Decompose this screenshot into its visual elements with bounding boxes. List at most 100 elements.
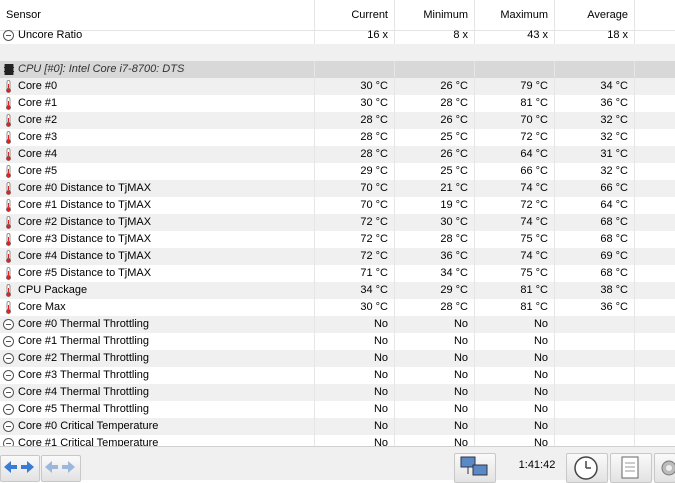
- average-value: [555, 316, 635, 333]
- current-value: 28 °C: [315, 112, 395, 129]
- table-row[interactable]: Core #1 Critical Temperature No No No: [0, 435, 675, 446]
- current-value: No: [315, 350, 395, 367]
- sensor-label: Core #1 Distance to TjMAX: [0, 197, 315, 214]
- current-value: 28 °C: [315, 129, 395, 146]
- nav-arrows-disabled-button[interactable]: [41, 455, 81, 482]
- average-value: 32 °C: [555, 129, 635, 146]
- minimum-value: 26 °C: [395, 112, 475, 129]
- minimum-value: 34 °C: [395, 265, 475, 282]
- minimum-value: 19 °C: [395, 197, 475, 214]
- average-value: 66 °C: [555, 180, 635, 197]
- average-value: 36 °C: [555, 299, 635, 316]
- current-value: 34 °C: [315, 282, 395, 299]
- minimum-value: 21 °C: [395, 180, 475, 197]
- sensor-label: Core #3: [0, 129, 315, 146]
- table-row[interactable]: Core Max 30 °C 28 °C 81 °C 36 °C: [0, 299, 675, 316]
- current-value: 72 °C: [315, 214, 395, 231]
- average-value: [555, 384, 635, 401]
- maximum-value: No: [475, 435, 555, 446]
- current-value: No: [315, 316, 395, 333]
- spacer-row: [0, 44, 675, 61]
- table-row[interactable]: Core #1 Thermal Throttling No No No: [0, 333, 675, 350]
- current-value: 70 °C: [315, 180, 395, 197]
- current-value: No: [315, 333, 395, 350]
- sensor-label: Core #2: [0, 112, 315, 129]
- group-header-row[interactable]: CPU [#0]: Intel Core i7-8700: DTS: [0, 61, 675, 78]
- minimum-value: 25 °C: [395, 129, 475, 146]
- average-value: [555, 367, 635, 384]
- minimum-value: 25 °C: [395, 163, 475, 180]
- table-row[interactable]: Core #5 29 °C 25 °C 66 °C 32 °C: [0, 163, 675, 180]
- clock-icon: [574, 456, 598, 480]
- average-value: [555, 435, 635, 446]
- average-value: 69 °C: [555, 248, 635, 265]
- table-row[interactable]: Core #0 30 °C 26 °C 79 °C 34 °C: [0, 78, 675, 95]
- current-value: 30 °C: [315, 299, 395, 316]
- status-bar: 1:41:42: [0, 446, 675, 483]
- maximum-value: 75 °C: [475, 231, 555, 248]
- maximum-value: No: [475, 333, 555, 350]
- table-body: Uncore Ratio 16 x 8 x 43 x 18 x CPU [#0]…: [0, 27, 675, 446]
- minimum-value: No: [395, 435, 475, 446]
- average-value: 32 °C: [555, 163, 635, 180]
- table-row[interactable]: Core #5 Thermal Throttling No No No: [0, 401, 675, 418]
- table-row[interactable]: Core #3 Distance to TjMAX 72 °C 28 °C 75 °C…: [0, 231, 675, 248]
- sensor-label: Core #1 Thermal Throttling: [0, 333, 315, 350]
- average-value: 34 °C: [555, 78, 635, 95]
- table-row[interactable]: Core #4 Distance to TjMAX 72 °C 36 °C 74 °C…: [0, 248, 675, 265]
- table-row[interactable]: Core #0 Thermal Throttling No No No: [0, 316, 675, 333]
- minimum-value: No: [395, 418, 475, 435]
- sensor-label: Core #2 Distance to TjMAX: [0, 214, 315, 231]
- col-current-header[interactable]: Current: [315, 0, 395, 30]
- col-minimum-header[interactable]: Minimum: [395, 0, 475, 30]
- table-row[interactable]: Core #2 28 °C 26 °C 70 °C 32 °C: [0, 112, 675, 129]
- table-row[interactable]: CPU Package 34 °C 29 °C 81 °C 38 °C: [0, 282, 675, 299]
- table-row[interactable]: Core #3 28 °C 25 °C 72 °C 32 °C: [0, 129, 675, 146]
- maximum-value: 81 °C: [475, 299, 555, 316]
- average-value: [555, 418, 635, 435]
- table-row[interactable]: Core #1 Distance to TjMAX 70 °C 19 °C 72 °C…: [0, 197, 675, 214]
- minimum-value: 29 °C: [395, 282, 475, 299]
- sensor-label: CPU Package: [0, 282, 315, 299]
- report-icon: [621, 456, 639, 479]
- sensor-label: Core #4 Thermal Throttling: [0, 384, 315, 401]
- current-value: 72 °C: [315, 231, 395, 248]
- sensor-label: Core #0 Thermal Throttling: [0, 316, 315, 333]
- col-sensor-header[interactable]: Sensor: [0, 0, 315, 30]
- current-value: 16 x: [315, 27, 395, 44]
- sensor-label: Uncore Ratio: [0, 27, 315, 44]
- table-row[interactable]: Uncore Ratio 16 x 8 x 43 x 18 x: [0, 27, 675, 44]
- table-row[interactable]: Core #3 Thermal Throttling No No No: [0, 367, 675, 384]
- maximum-value: 74 °C: [475, 180, 555, 197]
- maximum-value: 43 x: [475, 27, 555, 44]
- minimum-value: 26 °C: [395, 78, 475, 95]
- network-icon: [460, 456, 488, 476]
- maximum-value: 70 °C: [475, 112, 555, 129]
- table-row[interactable]: Core #0 Critical Temperature No No No: [0, 418, 675, 435]
- minimum-value: No: [395, 316, 475, 333]
- average-value: 68 °C: [555, 265, 635, 282]
- arrow-left-right-icon: [4, 461, 34, 473]
- maximum-value: 81 °C: [475, 95, 555, 112]
- gear-icon: [661, 460, 675, 476]
- sensor-label: Core #0: [0, 78, 315, 95]
- table-row[interactable]: Core #4 Thermal Throttling No No No: [0, 384, 675, 401]
- table-row[interactable]: Core #0 Distance to TjMAX 70 °C 21 °C 74 °C…: [0, 180, 675, 197]
- current-value: No: [315, 384, 395, 401]
- average-value: 64 °C: [555, 197, 635, 214]
- col-maximum-header[interactable]: Maximum: [475, 0, 555, 30]
- average-value: 68 °C: [555, 214, 635, 231]
- nav-arrows-button[interactable]: [0, 455, 40, 482]
- table-row[interactable]: Core #4 28 °C 26 °C 64 °C 31 °C: [0, 146, 675, 163]
- arrow-left-right-disabled-icon: [45, 461, 75, 473]
- average-value: [555, 350, 635, 367]
- minimum-value: 28 °C: [395, 299, 475, 316]
- table-row[interactable]: Core #2 Distance to TjMAX 72 °C 30 °C 74 °C…: [0, 214, 675, 231]
- col-average-header[interactable]: Average: [555, 0, 635, 30]
- table-row[interactable]: Core #5 Distance to TjMAX 71 °C 34 °C 75 °C…: [0, 265, 675, 282]
- sensor-label: Core #1: [0, 95, 315, 112]
- maximum-value: No: [475, 418, 555, 435]
- table-row[interactable]: Core #1 30 °C 28 °C 81 °C 36 °C: [0, 95, 675, 112]
- table-row[interactable]: Core #2 Thermal Throttling No No No: [0, 350, 675, 367]
- sensor-label: Core #1 Critical Temperature: [0, 435, 315, 446]
